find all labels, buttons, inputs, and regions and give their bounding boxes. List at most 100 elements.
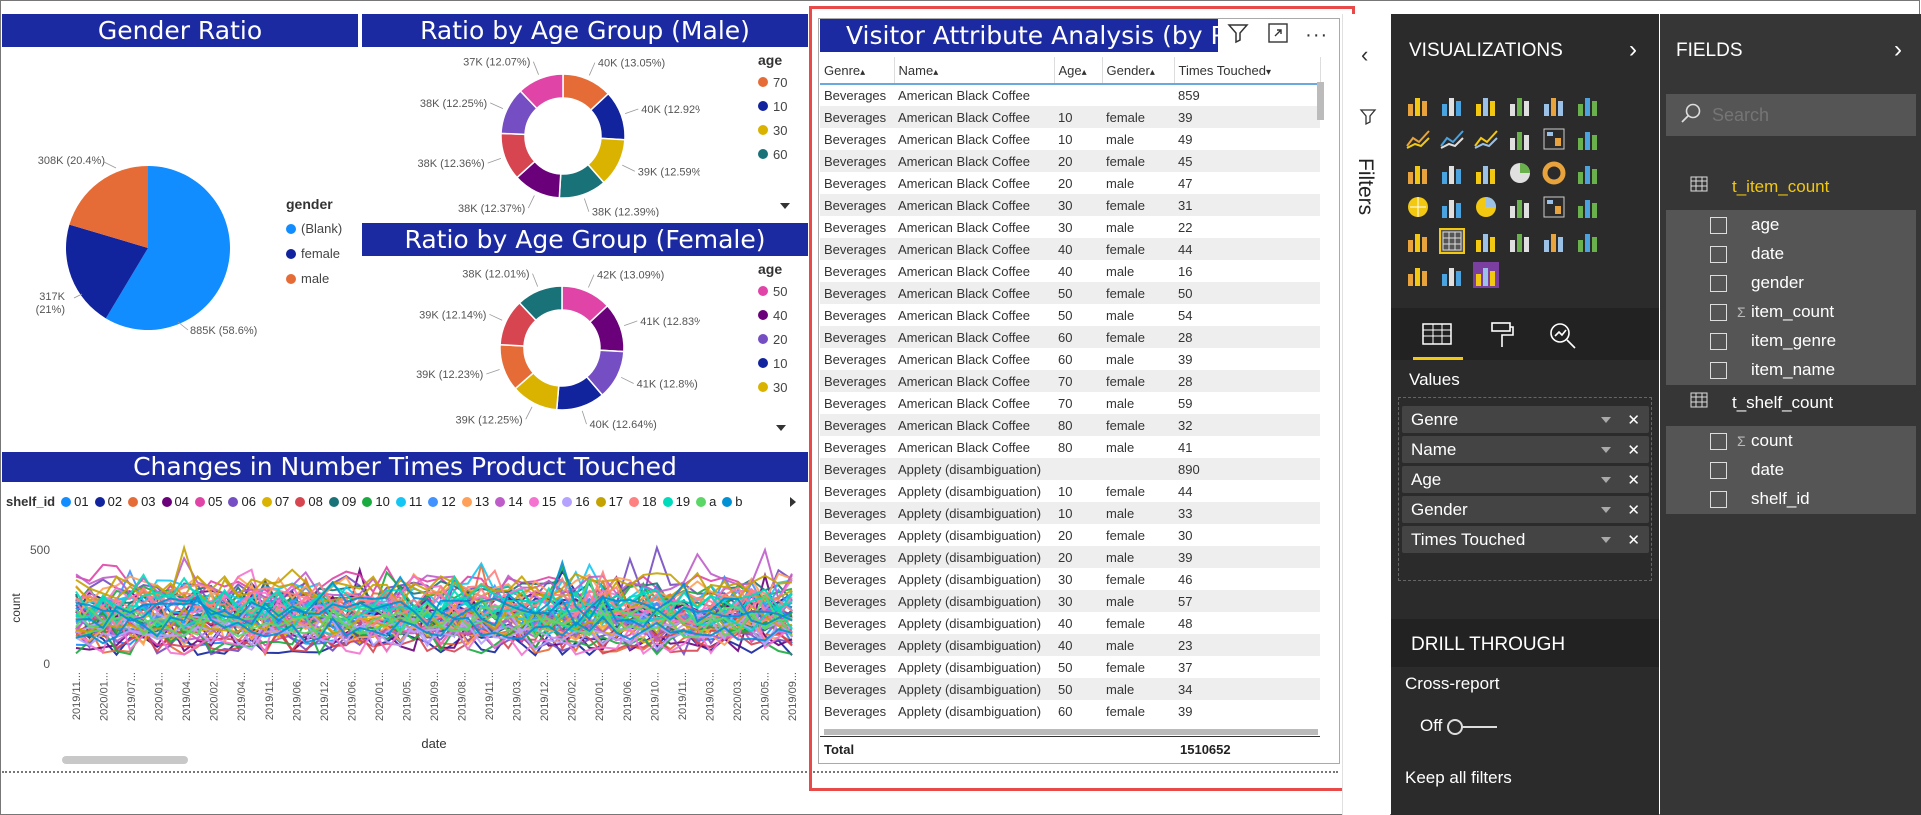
table-row[interactable]: Beverages Applety (disambiguation) 10 femal… [820,480,1320,502]
value-well-field[interactable]: Age ✕ [1402,466,1649,493]
remove-field-icon[interactable]: ✕ [1627,411,1640,429]
visual-type-icon[interactable] [1541,228,1567,254]
legend-scroll-down-icon[interactable] [780,203,790,209]
legend-item[interactable]: 11 [395,494,422,509]
visual-type-icon[interactable] [1473,194,1499,220]
field-checkbox[interactable] [1710,245,1727,263]
visual-type-icon[interactable] [1405,262,1431,288]
visual-type-icon[interactable] [1575,194,1601,220]
visual-type-icon[interactable] [1575,92,1601,118]
collapse-visualizations-icon[interactable]: › [1629,36,1637,64]
chevron-down-icon[interactable] [1601,417,1611,423]
legend-item[interactable]: 60 [758,142,787,166]
visual-type-icon[interactable] [1507,126,1533,152]
field-checkbox[interactable] [1710,490,1727,508]
table-row[interactable]: Beverages American Black Coffee 10 male 49 [820,128,1320,150]
cross-report-toggle[interactable] [1447,719,1497,735]
remove-field-icon[interactable]: ✕ [1627,471,1640,489]
visual-type-icon[interactable] [1473,92,1499,118]
field-table-header[interactable]: t_item_count [1690,176,1829,197]
table-row[interactable]: Beverages American Black Coffee 50 male 54 [820,304,1320,326]
value-well-field[interactable]: Genre ✕ [1402,406,1649,433]
horizontal-scrollbar[interactable] [62,756,188,764]
field-table-header[interactable]: t_shelf_count [1690,392,1833,413]
field-checkbox[interactable] [1710,332,1727,350]
visual-type-icon[interactable] [1405,92,1431,118]
legend-item[interactable]: 10 [362,494,390,509]
legend-item[interactable]: 40 [758,303,787,327]
focus-mode-icon[interactable] [1266,21,1290,50]
male-age-donut-chart[interactable]: 40K (13.05%) 40K (12.92%) 39K (12.59%) 38K … [400,52,700,217]
field-checkbox[interactable] [1710,303,1727,321]
gender-ratio-pie-chart[interactable]: 885K (58.6%) 317K(21%) 308K (20.4%) [0,140,300,360]
legend-item[interactable]: 07 [261,494,289,509]
legend-item[interactable]: b [722,494,743,509]
legend-item[interactable]: 05 [195,494,222,509]
chevron-down-icon[interactable] [1601,537,1611,543]
legend-item[interactable]: a [696,494,716,509]
field-item[interactable]: Σcount [1666,426,1916,456]
filter-icon[interactable] [1226,21,1250,50]
search-input[interactable] [1712,104,1902,126]
visual-type-icon[interactable] [1575,160,1601,186]
chevron-down-icon[interactable] [1601,447,1611,453]
visual-type-icon[interactable] [1473,160,1499,186]
table-vertical-scrollbar[interactable] [1317,82,1324,120]
chevron-down-icon[interactable] [1601,507,1611,513]
value-well-field[interactable]: Times Touched ✕ [1402,526,1649,553]
visual-type-icon[interactable] [1473,126,1499,152]
female-age-donut-chart[interactable]: 42K (13.09%) 41K (12.83%) 41K (12.8%) 40K (… [390,263,700,433]
table-row[interactable]: Beverages Applety (disambiguation) 30 femal… [820,568,1320,590]
field-item[interactable]: date [1666,455,1916,485]
table-row[interactable]: Beverages American Black Coffee 30 male 22 [820,216,1320,238]
field-item[interactable]: date [1666,239,1916,269]
remove-field-icon[interactable]: ✕ [1627,441,1640,459]
column-header[interactable]: Times Touched▾ [1174,57,1321,85]
visual-type-icon[interactable] [1507,92,1533,118]
legend-item[interactable]: 14 [495,494,523,509]
table-row[interactable]: Beverages Applety (disambiguation) 50 femal… [820,656,1320,678]
legend-item[interactable]: 18 [629,494,657,509]
table-row[interactable]: Beverages Applety (disambiguation) 50 male 3… [820,678,1320,700]
table-row[interactable]: Beverages American Black Coffee 80 female 32 [820,414,1320,436]
visual-type-icon[interactable] [1541,194,1567,220]
legend-item[interactable]: 50 [758,279,787,303]
value-well-field[interactable]: Name ✕ [1402,436,1649,463]
legend-item[interactable]: 30 [758,118,787,142]
custom-visual-icon[interactable] [1473,262,1499,288]
visual-type-icon[interactable] [1541,160,1567,186]
legend-item[interactable]: 16 [562,494,590,509]
table-row[interactable]: Beverages American Black Coffee 60 female 28 [820,326,1320,348]
table-row[interactable]: Beverages American Black Coffee 859 [820,84,1320,106]
field-checkbox[interactable] [1710,274,1727,292]
legend-item[interactable]: 03 [128,494,156,509]
visual-type-icon[interactable] [1575,228,1601,254]
visual-type-icon[interactable] [1507,194,1533,220]
legend-item[interactable]: 02 [94,494,122,509]
visual-type-icon[interactable] [1541,92,1567,118]
table-row[interactable]: Beverages Applety (disambiguation) 20 male 3… [820,546,1320,568]
legend-item[interactable]: 20 [758,327,787,351]
field-checkbox[interactable] [1710,461,1727,479]
table-row[interactable]: Beverages American Black Coffee 70 female 28 [820,370,1320,392]
field-item[interactable]: age [1666,210,1916,240]
table-row[interactable]: Beverages American Black Coffee 30 female 31 [820,194,1320,216]
field-item[interactable]: shelf_id [1666,484,1916,514]
legend-item[interactable]: 15 [528,494,556,509]
legend-scroll-down-icon[interactable] [776,425,786,431]
remove-field-icon[interactable]: ✕ [1627,531,1640,549]
format-paint-roller-icon[interactable] [1487,320,1517,355]
visual-type-icon[interactable] [1507,160,1533,186]
legend-item[interactable]: 06 [228,494,256,509]
table-row[interactable]: Beverages American Black Coffee 50 female 50 [820,282,1320,304]
legend-item[interactable]: 30 [758,375,787,399]
visual-type-icon[interactable] [1541,126,1567,152]
filters-pane-collapsed[interactable]: ‹ Filters [1342,14,1390,815]
table-row[interactable]: Beverages American Black Coffee 40 female 44 [820,238,1320,260]
table-row[interactable]: Beverages American Black Coffee 20 male 47 [820,172,1320,194]
table-row[interactable]: Beverages American Black Coffee 60 male 39 [820,348,1320,370]
legend-item[interactable]: 13 [461,494,489,509]
table-row[interactable]: Beverages Applety (disambiguation) 20 femal… [820,524,1320,546]
legend-item[interactable]: female [286,241,342,266]
table-horizontal-scrollbar[interactable] [824,729,1318,735]
